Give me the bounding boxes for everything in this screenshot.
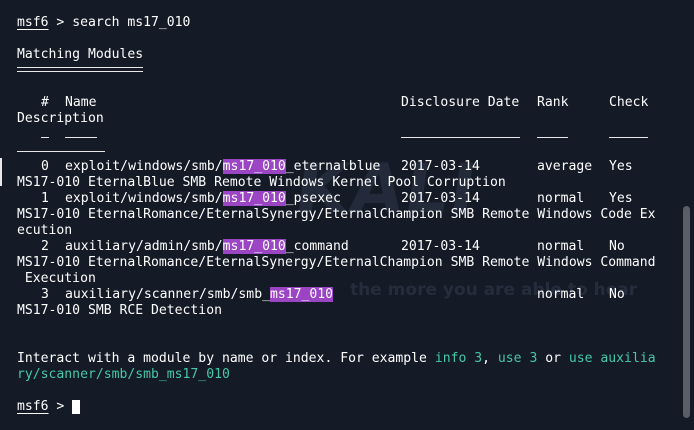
row-date: 2017-03-14	[401, 159, 480, 174]
col-rule-name	[65, 137, 97, 138]
row-description-wrap: Execution	[17, 271, 96, 286]
col-rule-num	[41, 137, 49, 138]
row-check: Yes	[609, 159, 633, 174]
row-date: 2017-03-14	[401, 191, 480, 206]
path-suffix: _command	[285, 239, 349, 254]
path-prefix: auxiliary/scanner/smb/smb_	[65, 287, 270, 302]
row-description: MS17-010 EternalRomance/EternalSynergy/E…	[17, 255, 656, 270]
col-header-check: Check	[609, 95, 649, 110]
matching-modules-heading: Matching Modules	[17, 47, 144, 62]
col-rule-description	[17, 151, 105, 152]
row-num: 3	[41, 287, 49, 302]
path-suffix: _psexec	[285, 191, 341, 206]
row-rank: average	[537, 159, 593, 174]
path-prefix: exploit/windows/smb/	[65, 159, 223, 174]
scrollbar-thumb[interactable]	[683, 206, 690, 418]
interact-hint-text: Interact with a module by name or index.…	[17, 351, 435, 366]
command-line: msf6 > search ms17_010	[17, 15, 190, 31]
row-module-path: auxiliary/scanner/smb/smb_ms17_010	[65, 287, 334, 303]
hint-separator: ,	[482, 351, 498, 366]
row-check: No	[609, 239, 625, 254]
row-description: MS17-010 EternalRomance/EternalSynergy/E…	[17, 207, 656, 222]
search-match-highlight: ms17_010	[222, 239, 286, 254]
search-match-highlight: ms17_010	[222, 191, 286, 206]
hint-command-info: info 3	[434, 351, 483, 366]
row-rank: normal	[537, 191, 585, 206]
row-rank: normal	[537, 239, 585, 254]
input-prompt-line[interactable]: msf6 >	[17, 399, 72, 415]
col-header-date: Disclosure Date	[401, 95, 520, 110]
hint-separator: or	[537, 351, 569, 366]
col-rule-date	[401, 137, 520, 138]
text-cursor	[72, 400, 80, 414]
path-prefix: exploit/windows/smb/	[65, 191, 223, 206]
row-module-path: exploit/windows/smb/ms17_010_psexec	[65, 191, 341, 207]
row-description-wrap: ecution	[17, 223, 73, 238]
row-date: 2017-03-14	[401, 239, 480, 254]
row-module-path: exploit/windows/smb/ms17_010_eternalblue	[65, 159, 380, 175]
row-module-path: auxiliary/admin/smb/ms17_010_command	[65, 239, 349, 255]
row-num: 1	[41, 191, 49, 206]
search-match-highlight: ms17_010	[222, 159, 286, 174]
path-suffix: _eternalblue	[285, 159, 381, 174]
heading-underline	[17, 67, 143, 72]
prompt-msf6: msf6	[17, 399, 49, 414]
interact-hint: Interact with a module by name or index.…	[17, 351, 656, 367]
col-rule-rank	[537, 137, 568, 138]
prompt-separator: >	[48, 399, 73, 414]
selection-marker	[0, 158, 2, 186]
terminal-window[interactable]: KALI the more you are able to hear msf6 …	[0, 0, 694, 430]
hint-command-use-index: use 3	[497, 351, 538, 366]
col-header-name: Name	[65, 95, 97, 110]
row-check: No	[609, 287, 625, 302]
col-header-num: #	[41, 95, 49, 110]
search-match-highlight: ms17_010	[269, 287, 334, 302]
row-description: MS17-010 SMB RCE Detection	[17, 303, 222, 318]
prompt-msf6: msf6	[17, 15, 49, 30]
command-text: > search ms17_010	[48, 15, 191, 30]
col-header-description: Description	[17, 111, 104, 126]
row-num: 2	[41, 239, 49, 254]
row-check: Yes	[609, 191, 633, 206]
interact-hint-wrap: ry/scanner/smb/smb_ms17_010	[17, 367, 230, 383]
wallpaper-watermark-tagline: the more you are able to hear	[350, 280, 638, 300]
col-rule-check	[609, 137, 648, 138]
hint-command-use-name-wrap: ry/scanner/smb/smb_ms17_010	[17, 367, 230, 382]
path-prefix: auxiliary/admin/smb/	[65, 239, 223, 254]
row-description: MS17-010 EternalBlue SMB Remote Windows …	[17, 175, 506, 190]
col-header-rank: Rank	[537, 95, 569, 110]
row-num: 0	[41, 159, 49, 174]
row-rank: normal	[537, 287, 585, 302]
hint-command-use-name: use auxilia	[568, 351, 656, 366]
